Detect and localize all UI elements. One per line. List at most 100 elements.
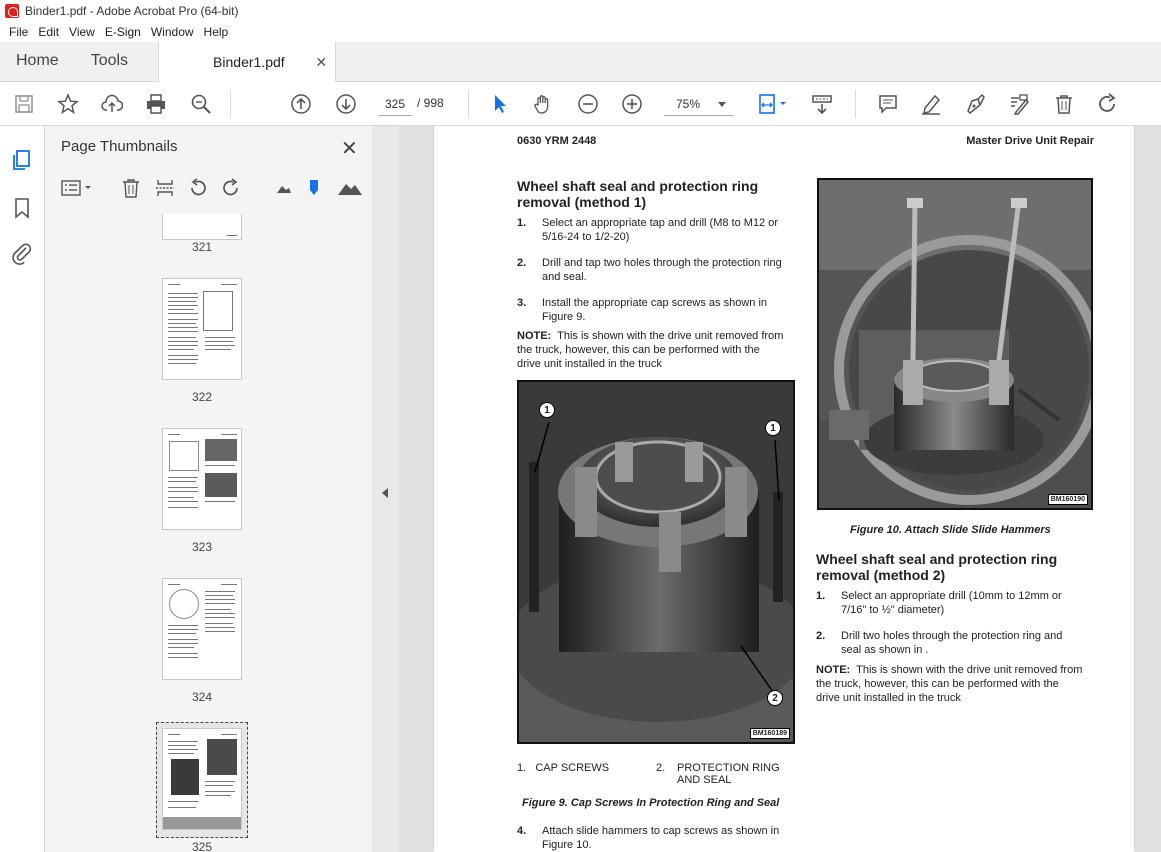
tab-document[interactable]: Binder1.pdf ✕ — [158, 42, 337, 82]
chevron-down-icon — [718, 102, 726, 107]
tab-bar: Home Tools Binder1.pdf ✕ — [0, 42, 1161, 82]
thumbnail-size-large-icon[interactable] — [337, 178, 363, 200]
note-text: NOTE: This is shown with the drive unit … — [816, 664, 1083, 704]
page-thumbnails-icon[interactable] — [10, 148, 34, 172]
page-number-input[interactable]: 325 — [378, 92, 412, 116]
figure-code: BM160189 — [749, 728, 790, 739]
thumbnail-options-icon[interactable] — [61, 178, 97, 200]
menu-bar: File Edit View E-Sign Window Help — [0, 22, 1161, 42]
title-bar: Binder1.pdf - Adobe Acrobat Pro (64-bit) — [0, 0, 1161, 22]
fit-page-icon[interactable] — [756, 92, 790, 116]
figure-legend-item: PROTECTION RING AND SEAL — [677, 762, 780, 786]
thumbnail-page[interactable] — [162, 278, 242, 380]
zoom-level-value: 75% — [676, 96, 701, 111]
rotate-right-icon[interactable] — [221, 178, 243, 200]
thumbnail-label: 323 — [191, 540, 213, 554]
tab-tools[interactable]: Tools — [75, 41, 144, 81]
callout-marker: 2 — [767, 690, 783, 706]
wheel-hub-image — [519, 382, 793, 742]
pdf-page: 0630 YRM 2448 Master Drive Unit Repair W… — [434, 126, 1134, 852]
figure-caption: Figure 10. Attach Slide Slide Hammers — [850, 524, 1051, 536]
thumbnail-size-small-icon[interactable] — [273, 178, 295, 200]
document-view[interactable]: 0630 YRM 2448 Master Drive Unit Repair W… — [398, 126, 1161, 852]
page-header-right: Master Drive Unit Repair — [966, 135, 1094, 147]
procedure-step: 1. Select an appropriate drill (10mm to … — [816, 590, 1062, 616]
procedure-step: 3. Install the appropriate cap screws as… — [517, 297, 768, 323]
upload-cloud-icon[interactable] — [100, 92, 124, 116]
procedure-step: 4. Attach slide hammers to cap screws as… — [517, 825, 780, 851]
thumbnail-label: 321 — [191, 240, 213, 254]
zoom-level-select[interactable]: 75% — [664, 92, 734, 116]
thumbnail-label: 324 — [191, 690, 213, 704]
scroll-mode-icon[interactable] — [810, 92, 834, 116]
collapse-arrow-icon[interactable] — [382, 488, 388, 498]
panel-collapse-strip[interactable] — [372, 126, 398, 852]
toolbar-separator — [855, 90, 856, 118]
tab-document-label: Binder1.pdf — [213, 54, 285, 70]
highlight-pen-icon[interactable] — [919, 92, 943, 116]
attachments-icon[interactable] — [10, 241, 34, 265]
rotate-left-icon[interactable] — [188, 178, 210, 200]
page-header-left: 0630 YRM 2448 — [517, 135, 597, 147]
menu-view[interactable]: View — [64, 25, 100, 39]
zoom-out-icon[interactable] — [576, 92, 600, 116]
zoom-in-icon[interactable] — [620, 92, 644, 116]
menu-edit[interactable]: Edit — [33, 25, 64, 39]
acrobat-icon — [5, 4, 19, 18]
search-zoom-icon[interactable] — [189, 92, 213, 116]
callout-marker: 1 — [765, 420, 781, 436]
save-icon[interactable] — [12, 92, 36, 116]
previous-page-icon[interactable] — [289, 92, 313, 116]
procedure-step: 2. Drill two holes through the protectio… — [816, 630, 1063, 656]
bookmarks-icon[interactable] — [10, 196, 34, 220]
tab-home[interactable]: Home — [0, 41, 75, 81]
thumbnail-page[interactable] — [162, 578, 242, 680]
toolbar-separator — [230, 90, 231, 118]
close-tab-icon[interactable]: ✕ — [315, 54, 327, 71]
main-toolbar: 325 / 998 75% — [0, 82, 1161, 126]
next-page-icon[interactable] — [334, 92, 358, 116]
thumbnail-page[interactable] — [162, 428, 242, 530]
page-total: / 998 — [417, 96, 444, 110]
extract-pages-icon[interactable] — [155, 178, 177, 200]
callout-marker: 1 — [539, 402, 555, 418]
menu-window[interactable]: Window — [146, 25, 199, 39]
menu-file[interactable]: File — [4, 25, 33, 39]
thumbnail-page[interactable] — [162, 214, 242, 240]
thumbnail-page-current[interactable] — [162, 728, 242, 830]
thumbnail-label: 325 — [191, 840, 213, 852]
note-text: NOTE: This is shown with the drive unit … — [517, 330, 784, 370]
left-navigation-rail — [0, 126, 45, 852]
figure-code: BM160190 — [1047, 494, 1088, 505]
thumbnail-size-slider-icon[interactable] — [304, 178, 326, 200]
procedure-step: 2. Drill and tap two holes through the p… — [517, 257, 782, 283]
thumbnail-label: 322 — [191, 390, 213, 404]
slide-hammer-image — [819, 180, 1091, 508]
sign-pen-icon[interactable] — [963, 92, 987, 116]
delete-pages-icon[interactable] — [121, 178, 143, 200]
section-heading: Wheel shaft seal and protection ring rem… — [816, 551, 1058, 583]
print-icon[interactable] — [144, 92, 168, 116]
hand-tool-icon[interactable] — [531, 92, 555, 116]
page-thumbnails-panel: Page Thumbnails ✕ 321 322 323 324 325 — [45, 126, 412, 852]
menu-esign[interactable]: E-Sign — [100, 25, 146, 39]
panel-title: Page Thumbnails — [61, 138, 178, 155]
toolbar-separator — [468, 90, 469, 118]
figure-legend-item: 1. CAP SCREWS — [517, 762, 610, 774]
window-title: Binder1.pdf - Adobe Acrobat Pro (64-bit) — [25, 4, 239, 18]
redo-icon[interactable] — [1096, 92, 1120, 116]
bookmark-star-icon[interactable] — [56, 92, 80, 116]
section-heading: Wheel shaft seal and protection ring rem… — [517, 178, 759, 210]
thumbnail-list[interactable]: 321 322 323 324 325 — [45, 214, 355, 852]
procedure-step: 1. Select an appropriate tap and drill (… — [517, 217, 779, 243]
select-cursor-icon[interactable] — [488, 92, 512, 116]
thumbnail-toolbar — [45, 174, 372, 204]
delete-icon[interactable] — [1052, 92, 1076, 116]
comment-icon[interactable] — [876, 92, 900, 116]
figure-legend-item: 2. — [656, 762, 666, 774]
edit-pdf-icon[interactable] — [1007, 92, 1031, 116]
menu-help[interactable]: Help — [199, 25, 234, 39]
figure-10-photo: BM160190 — [817, 178, 1093, 510]
figure-caption: Figure 9. Cap Screws In Protection Ring … — [522, 797, 780, 809]
close-panel-icon[interactable]: ✕ — [341, 136, 358, 161]
